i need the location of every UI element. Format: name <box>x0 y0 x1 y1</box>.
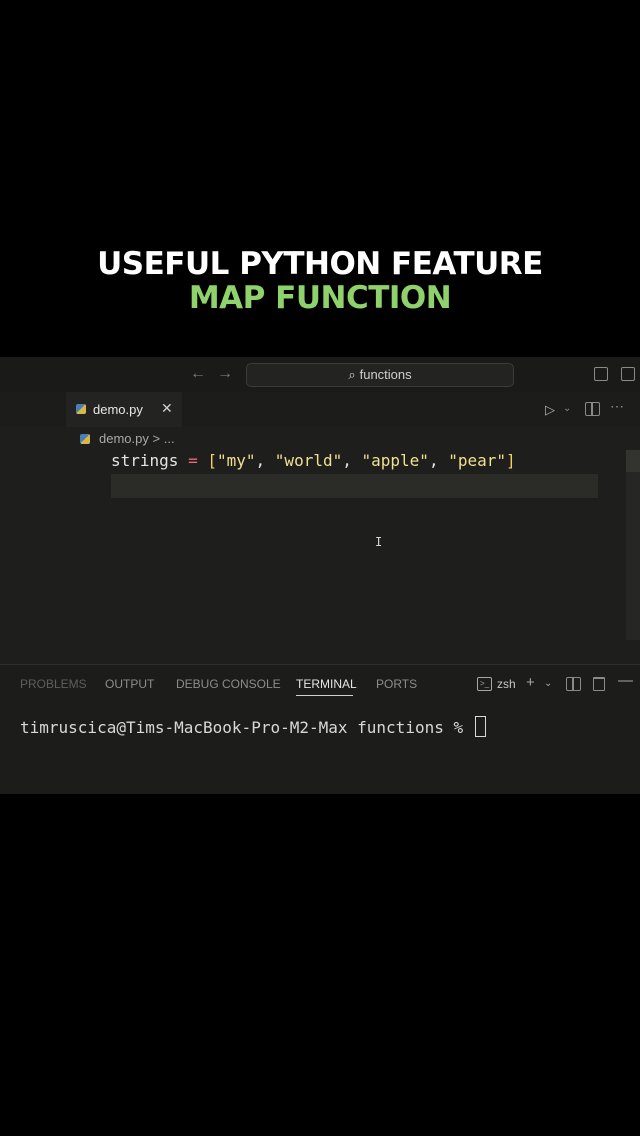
title-bar: ← → ⌕ functions <box>0 357 640 392</box>
split-terminal-icon[interactable] <box>566 677 581 691</box>
toggle-panel-icon[interactable] <box>621 367 635 381</box>
shell-name[interactable]: zsh <box>497 677 516 691</box>
tab-problems[interactable]: PROBLEMS <box>20 677 87 691</box>
arrow-left-icon[interactable]: ← <box>190 365 206 383</box>
code-bracket-close: ] <box>506 451 516 470</box>
chevron-down-icon[interactable]: ⌄ <box>563 403 571 414</box>
code-string: "my" <box>217 451 256 470</box>
breadcrumb-file[interactable]: demo.py <box>99 431 149 446</box>
terminal-prompt-line[interactable]: timruscica@Tims-MacBook-Pro-M2-Max funct… <box>20 716 486 737</box>
code-bracket-open: [ <box>207 451 217 470</box>
code-string: "pear" <box>448 451 506 470</box>
terminal-cursor <box>474 716 486 737</box>
chevron-down-icon[interactable]: ⌄ <box>544 678 552 689</box>
terminal-icon: >_ <box>477 677 492 691</box>
bottom-panel: PROBLEMS OUTPUT DEBUG CONSOLE TERMINAL P… <box>0 664 640 794</box>
tab-demo-py[interactable]: demo.py ✕ <box>66 392 182 427</box>
breadcrumb-separator: > <box>152 431 161 446</box>
more-icon[interactable]: — <box>618 672 633 689</box>
search-icon: ⌕ <box>348 367 356 382</box>
caption-title: USEFUL PYTHON FEATURE <box>97 246 543 282</box>
caption-subtitle: MAP FUNCTION <box>188 280 452 316</box>
editor-tab-bar: demo.py ✕ ▷ ⌄ ⋯ <box>0 392 640 427</box>
tab-label: demo.py <box>93 402 143 417</box>
python-file-icon <box>80 434 90 444</box>
tab-output[interactable]: OUTPUT <box>105 677 154 691</box>
vscode-window: ← → ⌕ functions demo.py ✕ ▷ ⌄ ⋯ demo.py >… <box>0 357 640 794</box>
mouse-ibeam-cursor: I <box>375 535 383 549</box>
toggle-sidebar-icon[interactable] <box>594 367 608 381</box>
terminal-prompt: timruscica@Tims-MacBook-Pro-M2-Max funct… <box>20 718 473 737</box>
active-tab-indicator <box>296 695 353 696</box>
more-icon[interactable]: ⋯ <box>610 398 624 415</box>
trash-icon[interactable] <box>593 677 605 691</box>
breadcrumb-rest[interactable]: ... <box>164 431 175 446</box>
tab-ports[interactable]: PORTS <box>376 677 417 691</box>
run-icon[interactable]: ▷ <box>545 402 555 418</box>
code-line-1[interactable]: strings = ["my", "world", "apple", "pear… <box>111 451 516 470</box>
scrollbar-thumb[interactable] <box>626 450 640 472</box>
editor-scrollbar[interactable] <box>626 450 640 640</box>
python-file-icon <box>76 404 86 414</box>
code-string: "apple" <box>361 451 429 470</box>
search-text: functions <box>359 367 412 382</box>
command-center-search[interactable]: ⌕ functions <box>246 363 514 387</box>
tab-terminal[interactable]: TERMINAL <box>296 677 357 691</box>
plus-icon[interactable]: + <box>526 674 535 691</box>
close-icon[interactable]: ✕ <box>161 400 173 417</box>
split-editor-icon[interactable] <box>585 402 600 416</box>
current-line-highlight <box>111 474 598 498</box>
arrow-right-icon[interactable]: → <box>217 365 233 383</box>
code-string: "world" <box>274 451 343 470</box>
code-operator: = <box>188 451 198 470</box>
breadcrumb: demo.py > ... <box>80 431 175 446</box>
tab-debug-console[interactable]: DEBUG CONSOLE <box>176 677 281 691</box>
code-variable: strings <box>111 451 179 470</box>
